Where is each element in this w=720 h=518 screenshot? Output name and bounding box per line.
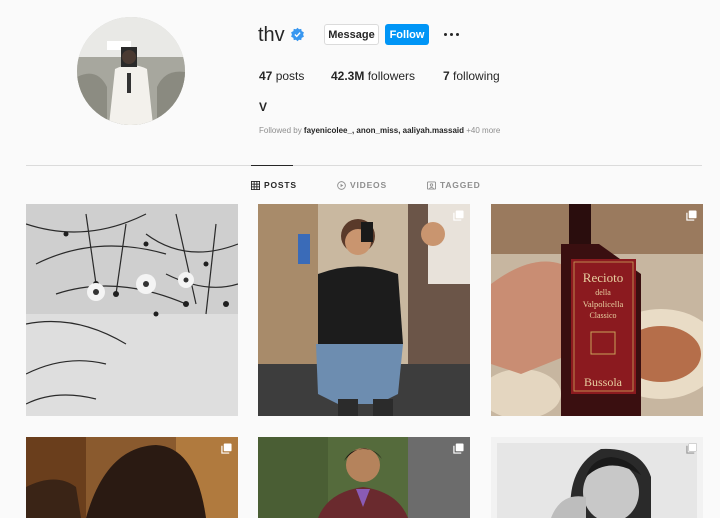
wine-label-line2: della bbox=[595, 288, 611, 297]
posts-label: posts bbox=[275, 69, 305, 83]
bw-portrait-photo bbox=[491, 437, 703, 518]
message-button[interactable]: Message bbox=[324, 24, 379, 45]
wine-bottle-photo: Recioto della Valpolicella Classico Buss… bbox=[491, 204, 703, 416]
multiple-photos-icon bbox=[453, 443, 464, 454]
following-count: 7 bbox=[443, 69, 450, 83]
follow-button[interactable]: Follow bbox=[385, 24, 429, 45]
active-tab-indicator bbox=[251, 165, 293, 166]
posts-count: 47 bbox=[259, 69, 273, 83]
posts-stat: 47 posts bbox=[259, 69, 304, 83]
mirror-selfie-photo bbox=[258, 204, 470, 416]
followers-count: 42.3M bbox=[331, 69, 365, 83]
warm-portrait-photo bbox=[26, 437, 238, 518]
followed-by[interactable]: Followed by fayenicolee_, anon_miss, aal… bbox=[259, 126, 500, 135]
profile-username: thv bbox=[258, 24, 285, 46]
wine-label-line4: Classico bbox=[589, 311, 616, 320]
verified-badge-icon bbox=[291, 27, 304, 42]
video-icon bbox=[337, 180, 346, 190]
tag-icon bbox=[427, 180, 436, 190]
post-thumbnail[interactable] bbox=[258, 204, 470, 416]
profile-fullname: V bbox=[259, 100, 268, 114]
wine-label-line3: Valpolicella bbox=[583, 299, 624, 309]
burgundy-suit-photo bbox=[258, 437, 470, 518]
grid-icon bbox=[251, 180, 260, 190]
tabs-divider bbox=[26, 165, 702, 166]
post-thumbnail[interactable] bbox=[491, 437, 703, 518]
multiple-photos-icon bbox=[686, 443, 697, 454]
wine-label-brand: Bussola bbox=[584, 375, 623, 389]
wine-label-line1: Recioto bbox=[583, 270, 623, 285]
tab-videos-label: VIDEOS bbox=[350, 180, 387, 190]
multiple-photos-icon bbox=[686, 210, 697, 221]
tab-posts[interactable]: POSTS bbox=[251, 180, 297, 190]
more-options-icon[interactable] bbox=[442, 25, 460, 43]
followed-by-prefix: Followed by bbox=[259, 126, 302, 135]
post-thumbnail[interactable] bbox=[26, 437, 238, 518]
following-stat[interactable]: 7 following bbox=[443, 69, 500, 83]
tab-tagged[interactable]: TAGGED bbox=[427, 180, 481, 190]
post-thumbnail[interactable]: Recioto della Valpolicella Classico Buss… bbox=[491, 204, 703, 416]
flowers-photo bbox=[26, 204, 238, 416]
tab-videos[interactable]: VIDEOS bbox=[337, 180, 387, 190]
followers-stat[interactable]: 42.3M followers bbox=[331, 69, 415, 83]
followers-label: followers bbox=[367, 69, 416, 83]
tab-posts-label: POSTS bbox=[264, 180, 297, 190]
profile-avatar[interactable] bbox=[77, 17, 185, 125]
following-label: following bbox=[453, 69, 500, 83]
followed-by-more: +40 more bbox=[466, 126, 501, 135]
post-thumbnail[interactable] bbox=[258, 437, 470, 518]
multiple-photos-icon bbox=[221, 443, 232, 454]
post-thumbnail[interactable] bbox=[26, 204, 238, 416]
tab-tagged-label: TAGGED bbox=[440, 180, 481, 190]
multiple-photos-icon bbox=[453, 210, 464, 221]
followed-by-users: fayenicolee_, anon_miss, aaliyah.massaid bbox=[303, 126, 465, 135]
